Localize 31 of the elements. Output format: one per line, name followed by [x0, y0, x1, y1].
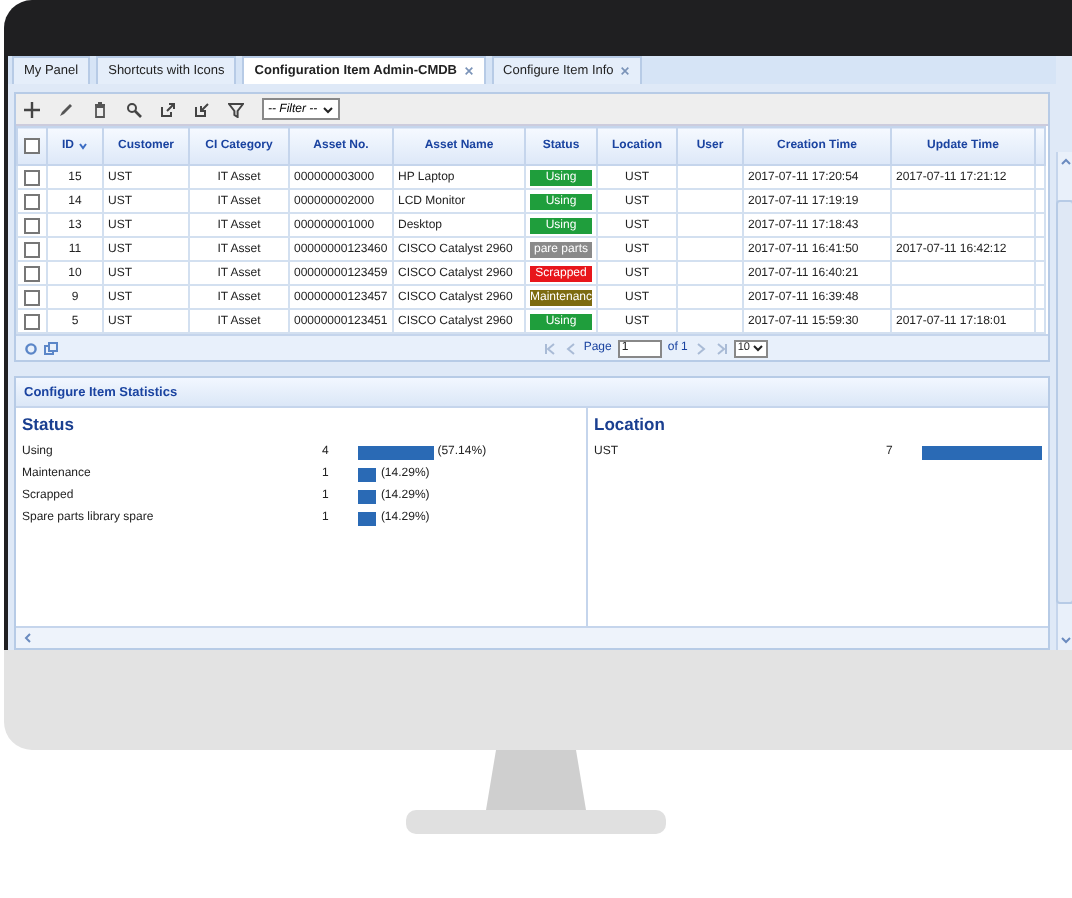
copy-icon[interactable]: [44, 341, 58, 355]
plus-icon[interactable]: [24, 101, 40, 117]
vertical-scrollbar[interactable]: [1056, 152, 1072, 650]
checkbox[interactable]: [24, 217, 40, 233]
checkbox[interactable]: [24, 193, 40, 209]
trash-icon[interactable]: [92, 101, 108, 117]
caret-icon: [752, 342, 764, 354]
stat-bar: [358, 511, 377, 525]
horizontal-scrollbar[interactable]: [16, 626, 1048, 648]
stat-bar: [358, 489, 377, 503]
section-title: Location: [594, 414, 667, 434]
close-icon[interactable]: [463, 66, 474, 76]
stat-bar: [358, 445, 434, 459]
pencil-icon[interactable]: [58, 101, 74, 117]
caret-icon: [321, 103, 334, 115]
funnel-icon[interactable]: [228, 101, 244, 117]
checkbox[interactable]: [24, 313, 40, 329]
box-arrow-icon[interactable]: [160, 101, 176, 117]
checkbox[interactable]: [24, 289, 40, 305]
refresh-icon[interactable]: [24, 341, 38, 355]
section-title: Status: [22, 414, 76, 434]
stat-bar: [358, 467, 377, 481]
checkbox[interactable]: [24, 241, 40, 257]
scrollbar-thumb[interactable]: [1056, 199, 1072, 603]
stat-bar: [922, 445, 1042, 459]
search-icon[interactable]: [126, 101, 142, 117]
checkbox[interactable]: [24, 265, 40, 281]
box-arrow-icon[interactable]: [194, 101, 210, 117]
checkbox[interactable]: [24, 169, 40, 185]
close-icon[interactable]: [619, 66, 630, 76]
checkbox[interactable]: [24, 138, 40, 154]
